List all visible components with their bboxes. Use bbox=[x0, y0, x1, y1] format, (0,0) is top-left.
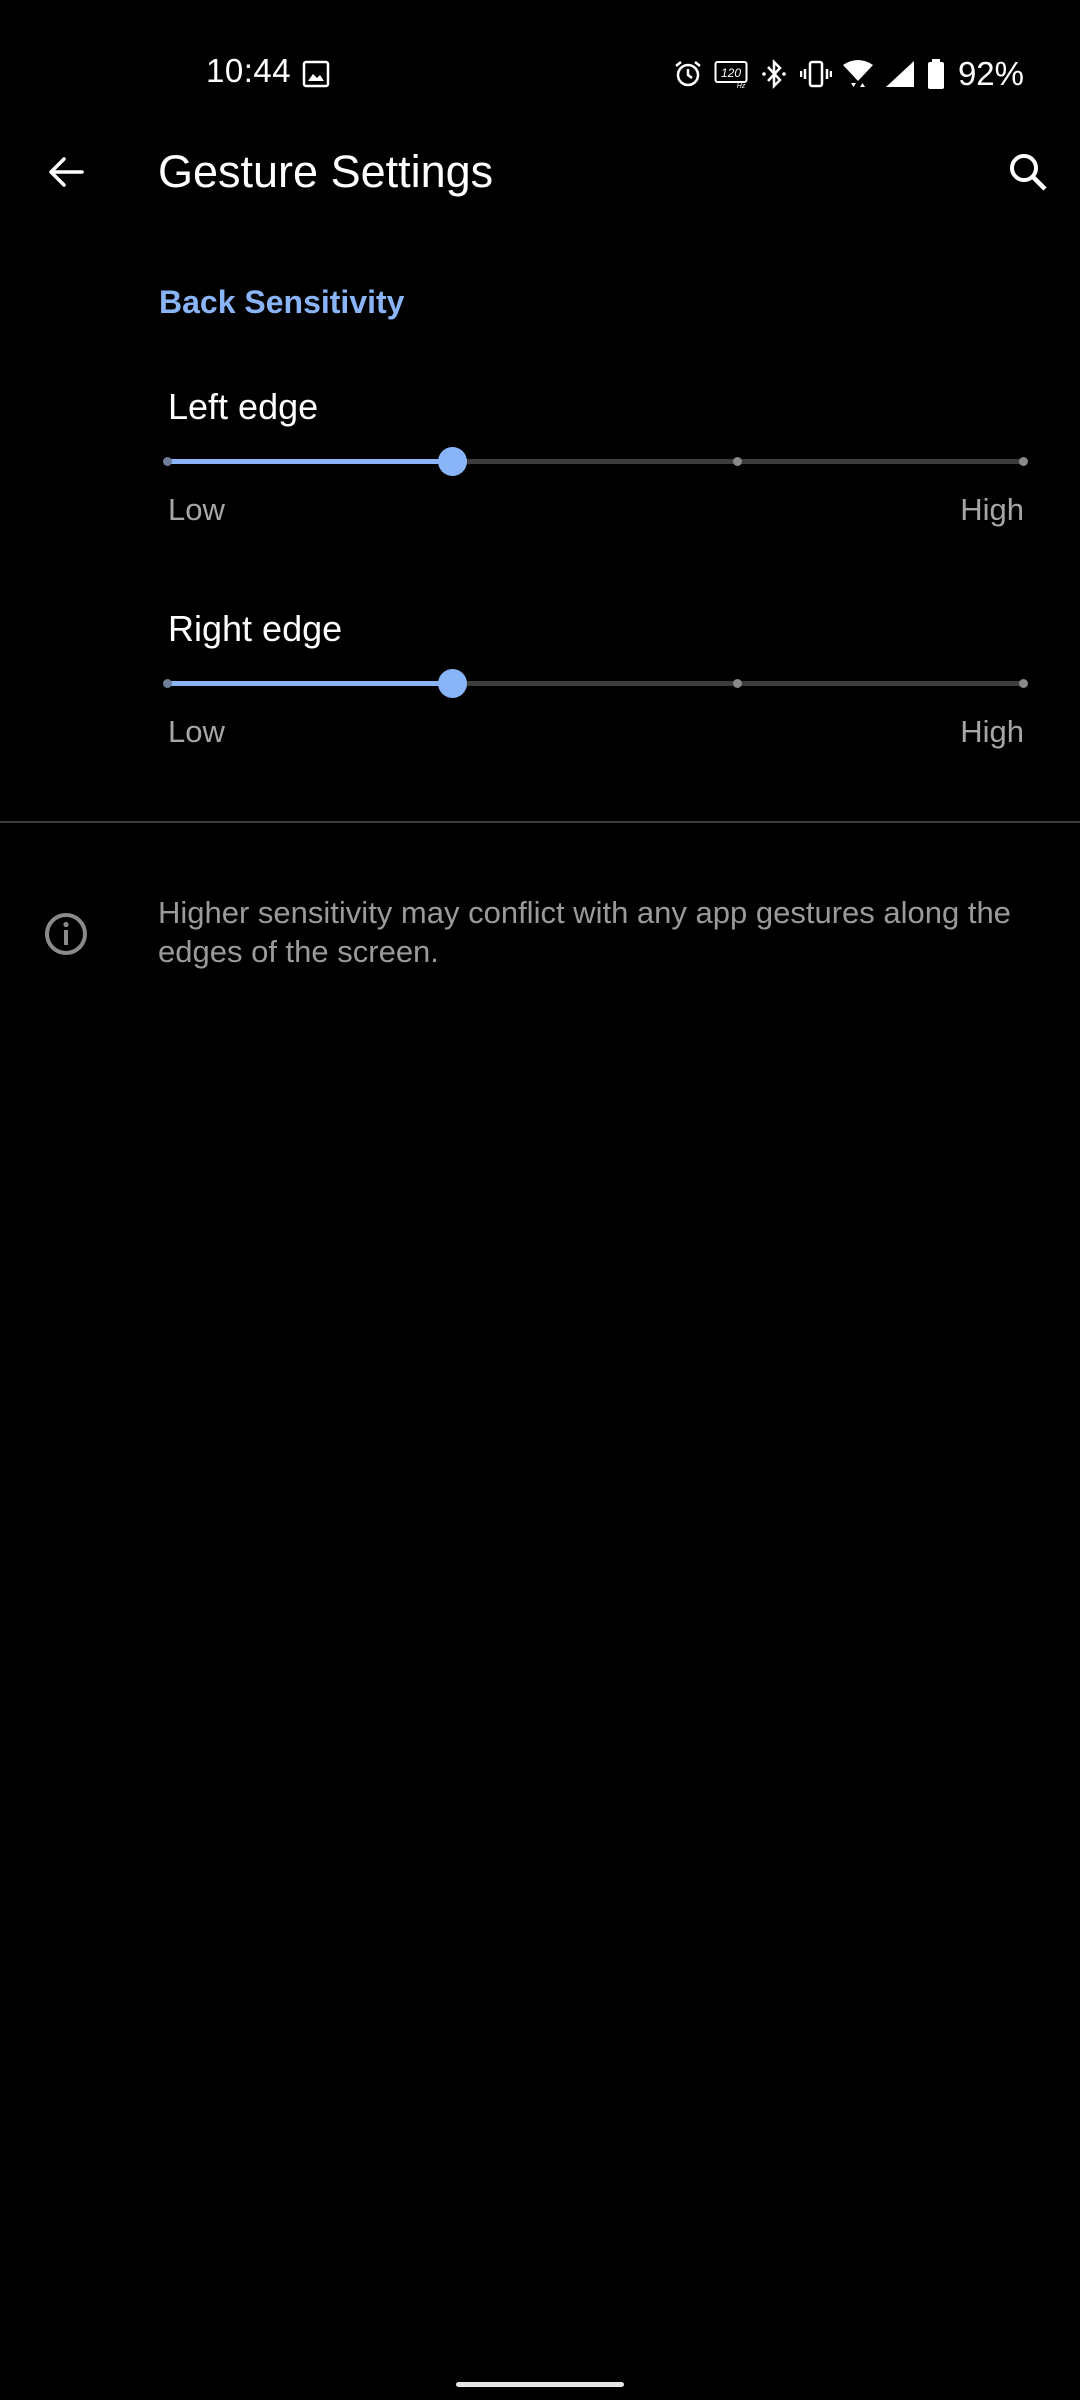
slider-thumb[interactable] bbox=[437, 447, 467, 476]
slider-tick bbox=[1018, 457, 1028, 466]
section-header-back-sensitivity: Back Sensitivity bbox=[159, 284, 405, 320]
slider-title: Left edge bbox=[168, 386, 319, 427]
arrow-back-icon bbox=[46, 152, 86, 197]
cellular-signal-icon bbox=[884, 57, 916, 91]
slider-tick bbox=[733, 457, 743, 466]
status-icons: 120 Hz 92% bbox=[672, 50, 1024, 98]
search-button[interactable] bbox=[990, 136, 1066, 212]
svg-text:Hz: Hz bbox=[737, 83, 746, 89]
search-icon bbox=[1006, 150, 1050, 199]
slider-min-label: Low bbox=[168, 714, 225, 749]
left-edge-slider[interactable] bbox=[150, 436, 1040, 486]
slider-fill bbox=[167, 459, 453, 464]
wifi-icon bbox=[842, 57, 874, 91]
status-time: 10:44 bbox=[206, 52, 292, 89]
svg-text:120: 120 bbox=[721, 66, 741, 80]
slider-max-label: High bbox=[960, 714, 1024, 749]
slider-thumb[interactable] bbox=[437, 669, 467, 698]
slider-tick bbox=[162, 457, 172, 466]
slider-min-label: Low bbox=[168, 492, 225, 527]
slider-max-label: High bbox=[960, 492, 1024, 527]
app-bar: Gesture Settings bbox=[0, 120, 1080, 220]
footer-info-text: Higher sensitivity may conflict with any… bbox=[158, 895, 1011, 969]
slider-tick bbox=[162, 679, 172, 688]
slider-title: Right edge bbox=[168, 608, 343, 649]
slider-tick bbox=[733, 679, 743, 688]
page-title: Gesture Settings bbox=[158, 146, 494, 197]
right-edge-setting: Right edge Low High bbox=[0, 608, 1080, 808]
right-edge-slider[interactable] bbox=[150, 658, 1040, 708]
slider-tick bbox=[1018, 679, 1028, 688]
slider-fill bbox=[167, 681, 453, 686]
gesture-nav-handle[interactable] bbox=[456, 2382, 624, 2387]
vibrate-icon bbox=[799, 57, 832, 91]
back-button[interactable] bbox=[30, 138, 102, 210]
info-icon bbox=[42, 910, 90, 958]
left-edge-setting: Left edge Low High bbox=[0, 386, 1080, 586]
alarm-icon bbox=[672, 57, 704, 91]
bluetooth-icon bbox=[758, 57, 790, 91]
battery-percent: 92% bbox=[957, 55, 1024, 92]
refresh-rate-120hz-icon: 120 Hz bbox=[714, 57, 748, 91]
divider bbox=[0, 821, 1080, 823]
battery-icon bbox=[926, 57, 946, 91]
gallery-image-icon bbox=[302, 60, 330, 88]
